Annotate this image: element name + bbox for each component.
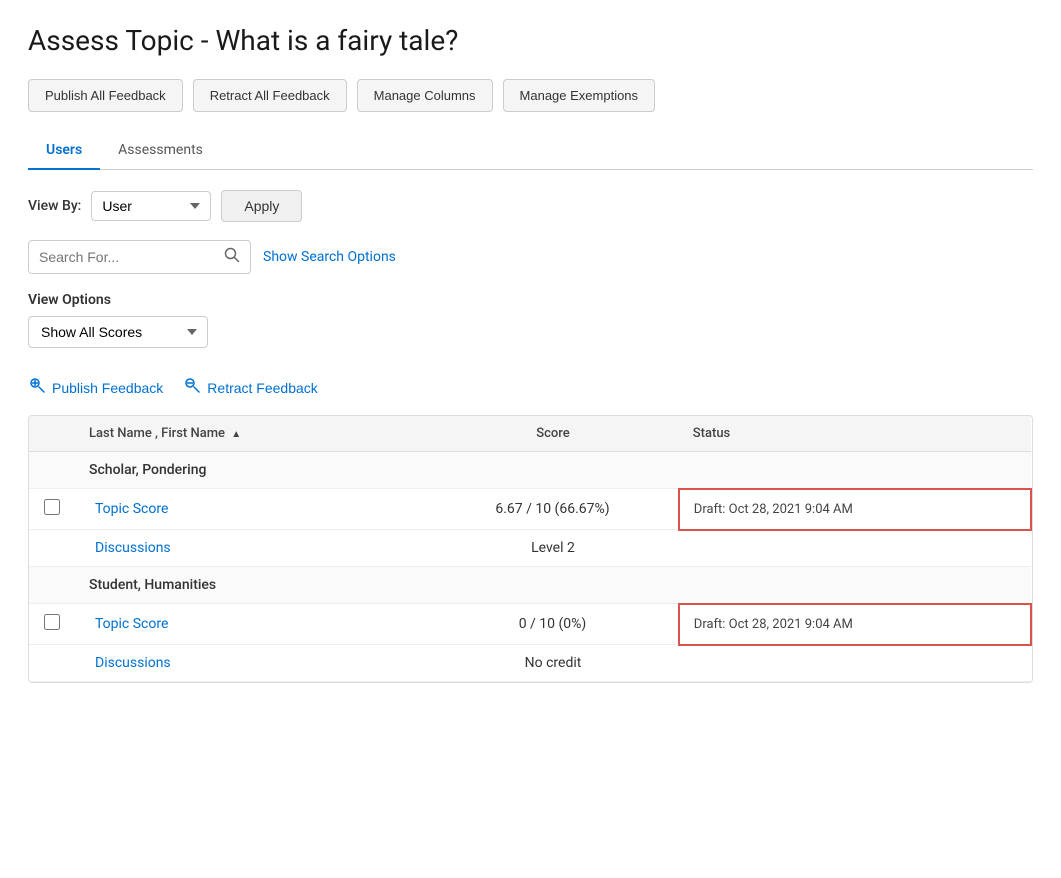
item-name-cell: Discussions	[75, 530, 427, 567]
table-row: Discussions No credit	[29, 645, 1031, 682]
group-name: Scholar, Pondering	[75, 452, 427, 489]
table-row: Scholar, Pondering	[29, 452, 1031, 489]
table-row: Topic Score 0 / 10 (0%) Draft: Oct 28, 2…	[29, 604, 1031, 645]
table-row: Student, Humanities	[29, 567, 1031, 604]
manage-exemptions-button[interactable]: Manage Exemptions	[503, 79, 656, 112]
item-status	[679, 645, 1031, 682]
item-name-link[interactable]: Discussions	[95, 655, 171, 671]
item-status	[679, 530, 1031, 567]
feedback-actions: Publish Feedback Retract Feedback	[28, 372, 1033, 403]
page-title: Assess Topic - What is a fairy tale?	[28, 24, 1033, 57]
view-options-section: View Options Show All Scores Show Publis…	[28, 292, 1033, 372]
col-header-name[interactable]: Last Name , First Name ▲	[75, 416, 427, 452]
toolbar: Publish All Feedback Retract All Feedbac…	[28, 79, 1033, 112]
group-score	[427, 452, 679, 489]
item-name-link[interactable]: Discussions	[95, 540, 171, 556]
retract-feedback-icon	[183, 376, 201, 399]
table-header-row: Last Name , First Name ▲ Score Status	[29, 416, 1031, 452]
table-row: Topic Score 6.67 / 10 (66.67%) Draft: Oc…	[29, 489, 1031, 530]
show-search-options-link[interactable]: Show Search Options	[263, 249, 396, 265]
publish-all-button[interactable]: Publish All Feedback	[28, 79, 183, 112]
search-box	[28, 240, 251, 274]
tab-users[interactable]: Users	[28, 132, 100, 170]
draft-status-text: Draft: Oct 28, 2021 9:04 AM	[694, 502, 853, 517]
row-checkbox[interactable]	[44, 499, 60, 515]
tab-assessments[interactable]: Assessments	[100, 132, 221, 170]
search-row: Show Search Options	[28, 240, 1033, 274]
item-name-cell: Topic Score	[75, 489, 427, 530]
retract-feedback-button[interactable]: Retract Feedback	[183, 376, 318, 399]
score-select-wrapper: Show All Scores Show Published Only Show…	[28, 316, 208, 348]
publish-feedback-button[interactable]: Publish Feedback	[28, 376, 163, 399]
item-name-link[interactable]: Topic Score	[95, 616, 168, 632]
item-checkbox-cell	[29, 530, 75, 567]
col-header-checkbox	[29, 416, 75, 452]
row-checkbox[interactable]	[44, 614, 60, 630]
retract-all-button[interactable]: Retract All Feedback	[193, 79, 347, 112]
group-checkbox-cell	[29, 567, 75, 604]
publish-feedback-label: Publish Feedback	[52, 380, 163, 396]
retract-feedback-label: Retract Feedback	[207, 380, 318, 396]
publish-feedback-icon	[28, 376, 46, 399]
item-name-cell: Topic Score	[75, 604, 427, 645]
group-score	[427, 567, 679, 604]
draft-status-text: Draft: Oct 28, 2021 9:04 AM	[694, 617, 853, 632]
group-status	[679, 567, 1031, 604]
view-by-select[interactable]: User Assessment	[91, 191, 211, 221]
item-score: 6.67 / 10 (66.67%)	[427, 489, 679, 530]
apply-button[interactable]: Apply	[221, 190, 302, 222]
group-status	[679, 452, 1031, 489]
search-input[interactable]	[39, 249, 220, 265]
item-score: 0 / 10 (0%)	[427, 604, 679, 645]
item-score: No credit	[427, 645, 679, 682]
col-header-score: Score	[427, 416, 679, 452]
item-name-link[interactable]: Topic Score	[95, 501, 168, 517]
view-by-row: View By: User Assessment Apply	[28, 190, 1033, 222]
group-name: Student, Humanities	[75, 567, 427, 604]
score-select[interactable]: Show All Scores Show Published Only Show…	[28, 316, 208, 348]
item-checkbox-cell[interactable]	[29, 604, 75, 645]
item-score: Level 2	[427, 530, 679, 567]
item-checkbox-cell	[29, 645, 75, 682]
col-header-status: Status	[679, 416, 1031, 452]
item-name-cell: Discussions	[75, 645, 427, 682]
item-status: Draft: Oct 28, 2021 9:04 AM	[679, 604, 1031, 645]
manage-columns-button[interactable]: Manage Columns	[357, 79, 493, 112]
item-checkbox-cell[interactable]	[29, 489, 75, 530]
group-checkbox-cell	[29, 452, 75, 489]
view-by-label: View By:	[28, 198, 81, 214]
search-icon	[224, 247, 240, 267]
view-options-label: View Options	[28, 292, 1033, 308]
item-status: Draft: Oct 28, 2021 9:04 AM	[679, 489, 1031, 530]
table-row: Discussions Level 2	[29, 530, 1031, 567]
tabs: Users Assessments	[28, 132, 1033, 170]
table: Last Name , First Name ▲ Score Status Sc…	[28, 415, 1033, 683]
sort-icon: ▲	[231, 429, 241, 440]
